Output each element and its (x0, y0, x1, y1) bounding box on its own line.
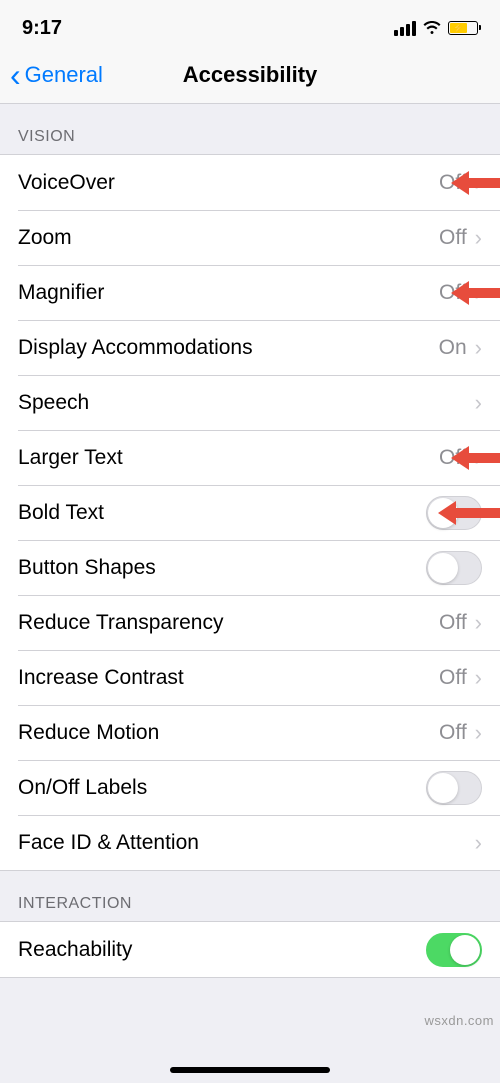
row-label: On/Off Labels (18, 776, 426, 800)
row-value: Off (439, 226, 467, 250)
row-zoom[interactable]: ZoomOff › (0, 210, 500, 265)
chevron-left-icon: ‹ (10, 59, 21, 91)
chevron-right-icon: › (475, 170, 482, 196)
row-value: Off (439, 446, 467, 470)
row-label: Speech (18, 391, 475, 415)
row-on-off-labels[interactable]: On/Off Labels (0, 760, 500, 815)
row-reduce-motion[interactable]: Reduce MotionOff › (0, 705, 500, 760)
row-value: Off (439, 611, 467, 635)
vision-list: VoiceOverOff›ZoomOff›MagnifierOff›Displa… (0, 154, 500, 871)
status-bar: 9:17 ⚡ (0, 0, 500, 46)
row-reachability[interactable]: Reachability (0, 922, 500, 977)
section-header-interaction: INTERACTION (0, 871, 500, 921)
chevron-right-icon: › (475, 665, 482, 691)
row-label: Zoom (18, 226, 439, 250)
row-label: Reduce Transparency (18, 611, 439, 635)
row-label: Face ID & Attention (18, 831, 475, 855)
battery-icon: ⚡ (448, 21, 478, 35)
row-label: Increase Contrast (18, 666, 439, 690)
chevron-right-icon: › (475, 720, 482, 746)
row-bold-text[interactable]: Bold Text (0, 485, 500, 540)
toggle-switch[interactable] (426, 496, 482, 530)
watermark: wsxdn.com (424, 1013, 494, 1028)
row-face-id-attention[interactable]: Face ID & Attention› (0, 815, 500, 870)
row-label: Button Shapes (18, 556, 426, 580)
row-button-shapes[interactable]: Button Shapes (0, 540, 500, 595)
row-value: Off (439, 171, 467, 195)
row-label: Display Accommodations (18, 336, 439, 360)
status-indicators: ⚡ (394, 20, 478, 36)
row-label: Bold Text (18, 501, 426, 525)
row-value: Off (439, 666, 467, 690)
back-button[interactable]: ‹ General (0, 59, 103, 91)
row-speech[interactable]: Speech› (0, 375, 500, 430)
navigation-bar: ‹ General Accessibility (0, 46, 500, 104)
chevron-right-icon: › (475, 830, 482, 856)
chevron-right-icon: › (475, 390, 482, 416)
chevron-right-icon: › (475, 445, 482, 471)
cellular-signal-icon (394, 21, 416, 36)
status-time: 9:17 (22, 17, 62, 40)
row-larger-text[interactable]: Larger TextOff › (0, 430, 500, 485)
chevron-right-icon: › (475, 280, 482, 306)
switch-knob (428, 773, 458, 803)
toggle-switch[interactable] (426, 551, 482, 585)
row-value: On (439, 336, 467, 360)
page-title: Accessibility (183, 62, 318, 88)
switch-knob (428, 553, 458, 583)
row-label: Reachability (18, 938, 426, 962)
row-magnifier[interactable]: MagnifierOff › (0, 265, 500, 320)
row-value: Off (439, 281, 467, 305)
row-label: Reduce Motion (18, 721, 439, 745)
toggle-switch[interactable] (426, 933, 482, 967)
row-voiceover[interactable]: VoiceOverOff › (0, 155, 500, 210)
switch-knob (428, 498, 458, 528)
row-display-accommodations[interactable]: Display AccommodationsOn › (0, 320, 500, 375)
chevron-right-icon: › (475, 335, 482, 361)
toggle-switch[interactable] (426, 771, 482, 805)
chevron-right-icon: › (475, 225, 482, 251)
back-button-label: General (25, 62, 103, 88)
row-label: Larger Text (18, 446, 439, 470)
chevron-right-icon: › (475, 610, 482, 636)
row-value: Off (439, 721, 467, 745)
row-label: VoiceOver (18, 171, 439, 195)
home-indicator[interactable] (170, 1067, 330, 1073)
wifi-icon (422, 20, 442, 36)
row-increase-contrast[interactable]: Increase ContrastOff › (0, 650, 500, 705)
section-header-vision: VISION (0, 104, 500, 154)
interaction-list: Reachability (0, 921, 500, 978)
row-label: Magnifier (18, 281, 439, 305)
row-reduce-transparency[interactable]: Reduce TransparencyOff › (0, 595, 500, 650)
switch-knob (450, 935, 480, 965)
